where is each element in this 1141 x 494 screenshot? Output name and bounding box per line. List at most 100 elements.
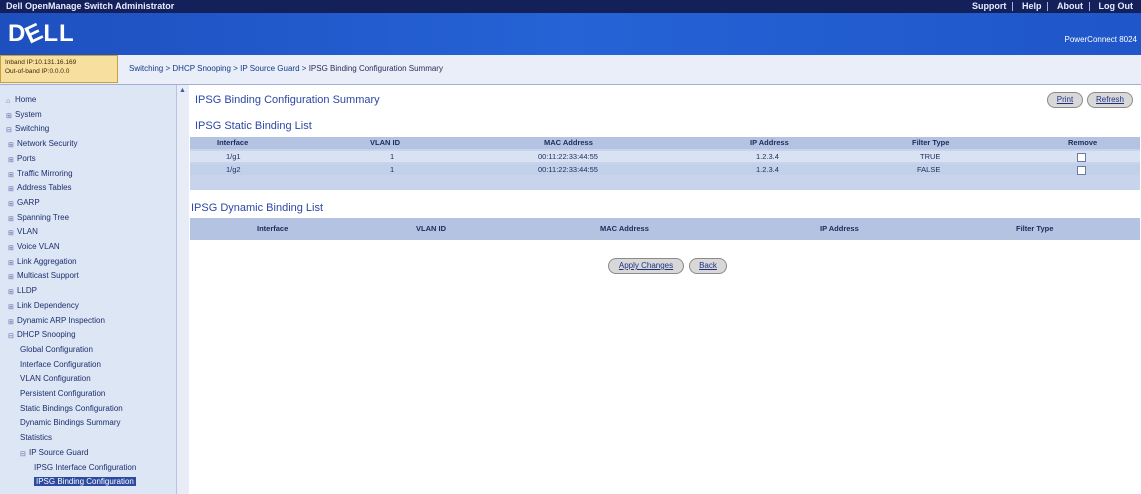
expand-plus-icon[interactable]: ⊞ [8,289,15,296]
home-icon: ⌂ [6,98,11,105]
sidebar-item-multicast-support[interactable]: ⊞ Multicast Support [8,271,79,281]
expand-plus-icon[interactable]: ⊞ [8,260,15,267]
sidebar-item-voice-vlan[interactable]: ⊞ Voice VLAN [8,242,60,252]
breadcrumb-ip-source-guard[interactable]: IP Source Guard [240,64,299,73]
dynamic-list-title: IPSG Dynamic Binding List [191,202,324,214]
sidebar-item-dynamic-arp-inspection[interactable]: ⊞ Dynamic ARP Inspection [8,316,105,326]
cell-vlan: 1 [390,165,395,174]
static-list-title: IPSG Static Binding List [195,120,312,132]
remove-checkbox[interactable] [1077,166,1086,175]
header-banner: DELL PowerConnect 8024 [0,13,1141,55]
column-header: IP Address [750,138,789,147]
sidebar-item-lldp[interactable]: ⊞ LLDP [8,286,37,296]
apply-changes-button[interactable]: Apply Changes [608,258,684,274]
column-header: Interface [257,224,289,233]
sidebar-item-switching[interactable]: ⊟ Switching [6,124,49,134]
expand-plus-icon[interactable]: ⊞ [8,142,15,149]
column-header: VLAN ID [416,224,446,233]
sidebar-item-statistics[interactable]: Statistics [20,433,52,442]
sidebar-item-vlan[interactable]: ⊞ VLAN [8,227,38,237]
main-content: IPSG Binding Configuration Summary Print… [189,85,1141,494]
sidebar-item-link-aggregation[interactable]: ⊞ Link Aggregation [8,257,77,267]
back-button[interactable]: Back [689,258,727,274]
support-link[interactable]: Support [966,0,1013,13]
cell-interface: 1/g1 [226,152,241,161]
cell-vlan: 1 [390,152,395,161]
cell-ip: 1.2.3.4 [756,165,779,174]
sidebar-item-home[interactable]: ⌂ Home [6,95,36,105]
sidebar-item-static-bindings-configuration[interactable]: Static Bindings Configuration [20,404,123,413]
column-header: MAC Address [544,138,593,147]
sidebar-item-label: System [15,109,42,119]
help-link[interactable]: Help [1016,0,1048,13]
sidebar-item-label: IP Source Guard [29,447,89,457]
expand-plus-icon[interactable]: ⊞ [8,201,15,208]
refresh-button[interactable]: Refresh [1087,92,1133,108]
dynamic-binding-table: Interface VLAN ID MAC Address IP Address… [190,218,1140,240]
sidebar-item-ipsg-binding-configuration[interactable]: IPSG Binding Configuration [34,477,136,487]
sidebar-item-label: Interface Configuration [20,359,101,369]
sidebar-item-interface-configuration[interactable]: Interface Configuration [20,360,101,369]
sidebar-item-network-security[interactable]: ⊞ Network Security [8,139,77,149]
sidebar-item-ports[interactable]: ⊞ Ports [8,154,36,164]
sidebar-item-label: Link Dependency [17,300,79,310]
sidebar-item-link-dependency[interactable]: ⊞ Link Dependency [8,301,79,311]
expand-plus-icon[interactable]: ⊞ [8,274,15,281]
sidebar-item-spanning-tree[interactable]: ⊞ Spanning Tree [8,213,69,223]
scroll-up-icon[interactable]: ▲ [179,87,186,94]
expand-plus-icon[interactable]: ⊞ [8,230,15,237]
product-name: PowerConnect 8024 [1064,35,1138,44]
sidebar-item-label: Multicast Support [17,271,79,281]
header-links: Support Help About Log Out [966,0,1139,13]
column-header: Filter Type [1016,224,1054,233]
cell-filter-type: TRUE [920,152,941,161]
sidebar-item-ipsg-interface-configuration[interactable]: IPSG Interface Configuration [34,463,136,472]
sidebar-item-label: Traffic Mirroring [17,168,73,178]
breadcrumb-separator: > [301,64,307,73]
sidebar-item-garp[interactable]: ⊞ GARP [8,198,40,208]
expand-plus-icon[interactable]: ⊞ [6,113,13,120]
expand-plus-icon[interactable]: ⊞ [8,186,15,193]
expand-plus-icon[interactable]: ⊞ [8,216,15,223]
sidebar-scrollbar[interactable]: ▲ [176,85,189,494]
expand-plus-icon[interactable]: ⊞ [8,157,15,164]
sidebar-item-global-configuration[interactable]: Global Configuration [20,345,93,354]
ip-address-box: Inband IP:10.131.16.169 Out-of-band IP:0… [0,55,118,83]
inband-ip: Inband IP:10.131.16.169 [5,59,77,66]
collapse-minus-icon[interactable]: ⊟ [20,451,27,458]
breadcrumb-current: IPSG Binding Configuration Summary [308,64,443,73]
sidebar-item-system[interactable]: ⊞ System [6,110,42,120]
sidebar-item-label: Home [15,95,37,104]
breadcrumb-dhcp-snooping[interactable]: DHCP Snooping [172,64,231,73]
sidebar-tree: ⌂ Home ⊞ System ⊟ Switching ⊞ Network Security ⊞… [0,85,176,494]
breadcrumb-separator: > [233,64,238,73]
expand-plus-icon[interactable]: ⊞ [8,319,15,326]
remove-checkbox[interactable] [1077,153,1086,162]
expand-plus-icon[interactable]: ⊞ [8,304,15,311]
collapse-minus-icon[interactable]: ⊟ [6,127,13,134]
expand-plus-icon[interactable]: ⊞ [8,245,15,252]
expand-plus-icon[interactable]: ⊞ [8,172,15,179]
app-title: Dell OpenManage Switch Administrator [6,1,175,11]
sidebar-item-vlan-configuration[interactable]: VLAN Configuration [20,374,91,383]
collapse-minus-icon[interactable]: ⊟ [8,333,15,340]
sidebar-item-label: LLDP [17,286,38,296]
column-header: Remove [1068,138,1098,147]
sidebar-item-dynamic-bindings-summary[interactable]: Dynamic Bindings Summary [20,418,120,427]
sidebar-item-address-tables[interactable]: ⊞ Address Tables [8,183,72,193]
divider [1012,2,1014,12]
logout-link[interactable]: Log Out [1093,0,1140,13]
sidebar-item-traffic-mirroring[interactable]: ⊞ Traffic Mirroring [8,169,73,179]
sidebar-item-persistent-configuration[interactable]: Persistent Configuration [20,389,105,398]
cell-mac: 00:11:22:33:44:55 [538,152,598,161]
sidebar-item-label: Dynamic ARP Inspection [17,315,105,325]
sidebar-item-ip-source-guard[interactable]: ⊟ IP Source Guard [20,448,88,458]
cell-mac: 00:11:22:33:44:55 [538,165,598,174]
sidebar-item-dhcp-snooping[interactable]: ⊟ DHCP Snooping [8,330,76,340]
column-header: Interface [217,138,249,147]
about-link[interactable]: About [1051,0,1089,13]
table-row: 1/g2 1 00:11:22:33:44:55 1.2.3.4 FALSE [190,164,1140,175]
oob-ip: Out-of-band IP:0.0.0.0 [5,68,70,75]
print-button[interactable]: Print [1047,92,1083,108]
breadcrumb-switching[interactable]: Switching [129,64,163,73]
